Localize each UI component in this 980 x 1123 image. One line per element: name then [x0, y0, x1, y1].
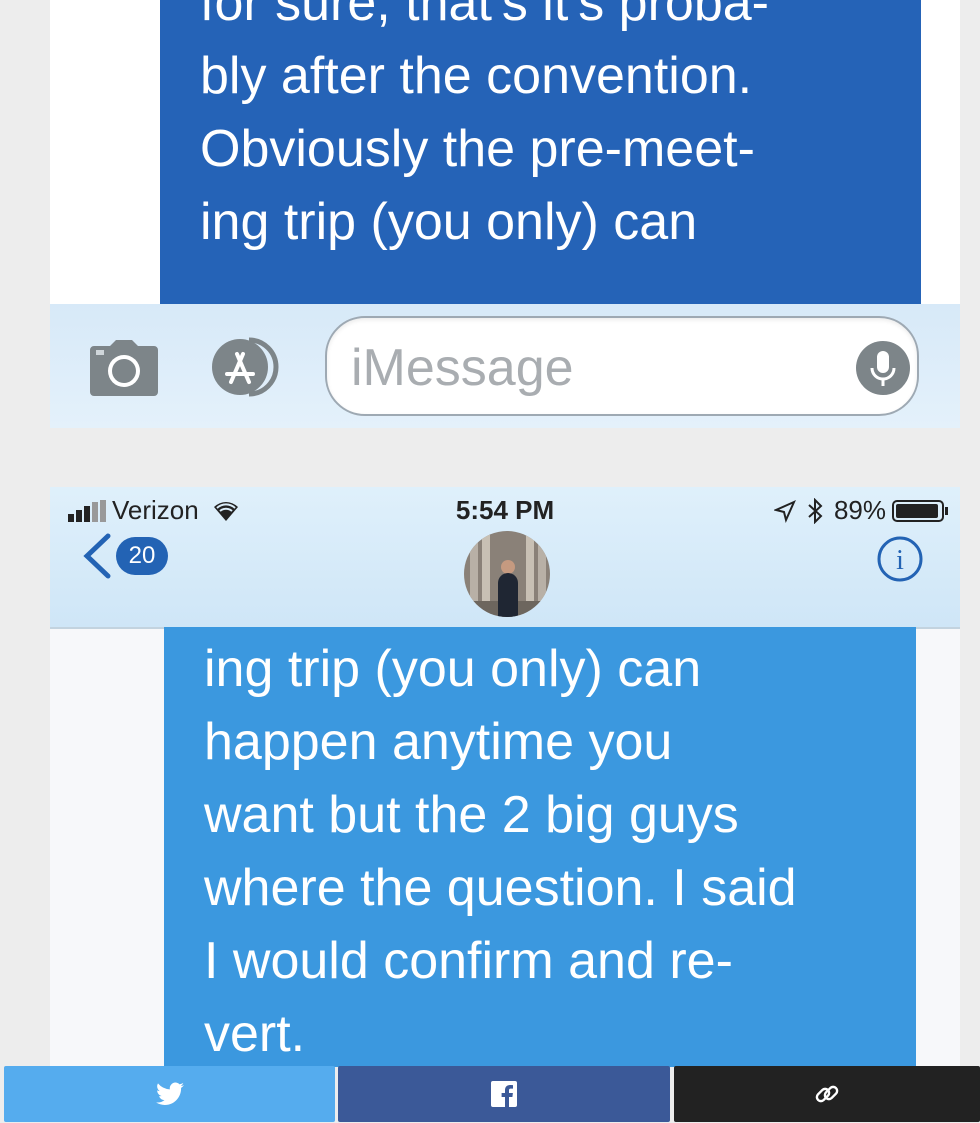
share-twitter-button[interactable] [4, 1066, 335, 1122]
microphone-icon[interactable] [855, 340, 911, 396]
sent-message-bubble: for sure, that's it's proba- bly after t… [160, 0, 921, 304]
message-line: ing trip (you only) can [200, 193, 698, 251]
message-line: bly after the convention. [200, 47, 753, 105]
battery-icon [892, 499, 948, 522]
facebook-icon [491, 1081, 517, 1107]
person-photo-icon [464, 531, 550, 617]
camera-icon [90, 340, 158, 396]
imessage-input[interactable]: iMessage [325, 316, 919, 416]
contact-avatar[interactable] [464, 531, 550, 617]
share-facebook-button[interactable] [338, 1066, 670, 1122]
imessage-placeholder: iMessage [351, 339, 574, 397]
message-line: vert. [204, 1005, 306, 1063]
svg-text:i: i [896, 545, 904, 576]
location-arrow-icon [773, 499, 796, 523]
battery-percentage: 89% [833, 495, 886, 525]
message-line: ing trip (you only) can [204, 640, 702, 698]
message-line: Obviously the pre-meet- [200, 120, 755, 178]
share-bar [0, 1063, 980, 1123]
bottom-message-screenshot: Verizon 5:54 PM 89% 20 i ing trip (you o… [50, 487, 960, 1067]
conversation-header: Verizon 5:54 PM 89% 20 i [50, 487, 960, 629]
status-indicators: 89% [773, 495, 950, 526]
app-store-icon [212, 337, 279, 397]
chevron-left-icon [83, 533, 111, 579]
unread-count-badge: 20 [116, 537, 168, 575]
copy-link-button[interactable] [674, 1066, 980, 1122]
top-message-screenshot: for sure, that's it's proba- bly after t… [50, 0, 960, 428]
message-input-bar: iMessage [50, 304, 960, 428]
info-icon[interactable]: i [876, 535, 924, 583]
message-line: I would confirm and re- [204, 932, 733, 990]
twitter-icon [155, 1082, 184, 1105]
message-line: happen anytime you [204, 713, 673, 771]
sent-message-bubble: ing trip (you only) can happen anytime y… [164, 627, 916, 1067]
app-store-button[interactable] [207, 334, 287, 400]
message-line: for sure, that's it's proba- [200, 0, 769, 32]
message-line: where the question. I said [204, 859, 797, 917]
back-button[interactable]: 20 [82, 533, 168, 579]
message-line: want but the 2 big guys [204, 786, 739, 844]
camera-button[interactable] [88, 338, 160, 398]
link-icon [815, 1085, 839, 1103]
bluetooth-icon [808, 497, 823, 524]
